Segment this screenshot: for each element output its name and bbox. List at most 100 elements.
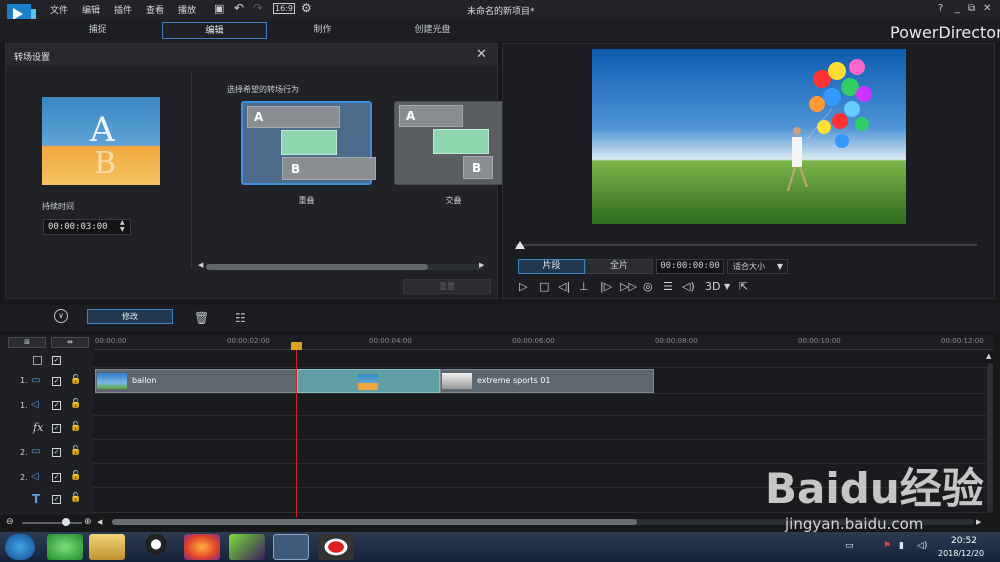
- lock-icon[interactable]: 🔓: [70, 493, 81, 503]
- track-enable-checkbox[interactable]: ✓: [52, 401, 61, 410]
- track-enable-checkbox[interactable]: ✓: [52, 356, 61, 365]
- track-enable-checkbox[interactable]: ✓: [52, 377, 61, 386]
- split-icon[interactable]: ⊥: [579, 280, 589, 293]
- video-clip[interactable]: extreme sports 01: [440, 369, 654, 393]
- zoom-out-icon[interactable]: ⊖: [6, 517, 14, 527]
- scrollbar-thumb[interactable]: [112, 519, 637, 525]
- prev-frame-icon[interactable]: ◁|: [558, 280, 570, 293]
- volume-tray-icon[interactable]: ◁): [917, 541, 927, 551]
- timeline-vertical-scrollbar[interactable]: [987, 363, 993, 513]
- restore-icon[interactable]: ⧉: [968, 3, 975, 14]
- clock-date[interactable]: 2018/12/20: [938, 549, 984, 558]
- flag-icon[interactable]: ⚑: [883, 541, 891, 551]
- scroll-left-icon[interactable]: ◀: [198, 261, 203, 269]
- timecode-display[interactable]: 00:00:00:00: [656, 259, 724, 274]
- scroll-left-icon[interactable]: ◀: [97, 518, 102, 526]
- stop-icon[interactable]: □: [539, 280, 549, 293]
- subtitle-icon[interactable]: ☰: [663, 280, 673, 293]
- lock-icon[interactable]: 🔓: [70, 471, 81, 481]
- playhead-marker[interactable]: [291, 342, 302, 350]
- transition-clip[interactable]: [297, 369, 440, 393]
- recorder-icon[interactable]: [318, 534, 354, 560]
- track-enable-checkbox[interactable]: ✓: [52, 448, 61, 457]
- chevron-down-icon[interactable]: ▼: [724, 282, 730, 291]
- tab-edit[interactable]: 编辑: [162, 22, 267, 39]
- scroll-right-icon[interactable]: ▶: [479, 261, 484, 269]
- network-icon[interactable]: ▮: [899, 541, 904, 551]
- trash-icon[interactable]: 🗑: [194, 311, 209, 325]
- scrollbar-thumb[interactable]: [206, 264, 428, 270]
- close-icon[interactable]: ✕: [983, 3, 991, 14]
- video-clip[interactable]: ballon: [95, 369, 297, 393]
- duration-stepper-icon[interactable]: ▲ ▼: [120, 219, 125, 233]
- gear-icon[interactable]: ⚙: [301, 1, 312, 15]
- menu-edit[interactable]: 编辑: [82, 3, 100, 16]
- playhead-line[interactable]: [296, 342, 297, 517]
- transition-option-overlap[interactable]: A B: [241, 101, 376, 185]
- track-row-fx[interactable]: [93, 416, 986, 440]
- 3d-toggle[interactable]: 3D: [705, 280, 720, 293]
- menu-plugins[interactable]: 插件: [114, 3, 132, 16]
- fit-timeline-icon[interactable]: ⇹: [51, 337, 89, 348]
- app-360-icon[interactable]: [47, 534, 83, 560]
- keyboard-icon[interactable]: ▭: [845, 541, 854, 551]
- track-enable-checkbox[interactable]: ✓: [52, 473, 61, 482]
- qq-icon[interactable]: [138, 534, 174, 560]
- close-icon[interactable]: ✕: [476, 47, 487, 62]
- track-enable-checkbox[interactable]: ✓: [52, 424, 61, 433]
- lock-icon[interactable]: 🔓: [70, 399, 81, 409]
- expand-icon[interactable]: ∨: [54, 309, 68, 323]
- lock-icon[interactable]: 🔓: [70, 375, 81, 385]
- scroll-up-icon[interactable]: ▲: [986, 352, 991, 360]
- start-button[interactable]: [5, 534, 35, 560]
- video-app-icon[interactable]: [229, 534, 265, 560]
- list-icon[interactable]: ☷: [235, 311, 246, 325]
- options-scrollbar[interactable]: [206, 264, 484, 270]
- aspect-ratio-icon[interactable]: 16:9: [273, 3, 295, 14]
- redo-icon[interactable]: ↷: [253, 1, 263, 15]
- tab-produce[interactable]: 制作: [275, 22, 370, 39]
- firefox-icon[interactable]: [184, 534, 220, 560]
- powerdirector-task-icon[interactable]: [273, 534, 309, 560]
- minimize-icon[interactable]: _: [955, 3, 960, 14]
- ruler-tick: 00:00:02:00: [227, 337, 270, 345]
- master-track-icon[interactable]: [33, 356, 42, 365]
- clip-mode-button[interactable]: 片段: [518, 259, 585, 274]
- video-track-icon: ▭: [31, 446, 41, 457]
- menu-play[interactable]: 播放: [178, 3, 196, 16]
- track-row-audio-1[interactable]: [93, 394, 986, 416]
- volume-icon[interactable]: ◁): [682, 280, 695, 293]
- modify-button[interactable]: 修改: [87, 309, 173, 324]
- track-manager-icon[interactable]: ⊞: [8, 337, 46, 348]
- zoom-in-icon[interactable]: ⊕: [84, 517, 92, 527]
- undock-icon[interactable]: ⇱: [739, 280, 748, 293]
- lock-icon[interactable]: 🔓: [70, 446, 81, 456]
- track-enable-checkbox[interactable]: ✓: [52, 495, 61, 504]
- file-explorer-icon[interactable]: [89, 534, 125, 560]
- fast-forward-icon[interactable]: ▷▷: [620, 280, 637, 293]
- tab-capture[interactable]: 捕捉: [50, 22, 145, 39]
- snapshot-icon[interactable]: ◎: [643, 280, 653, 293]
- zoom-slider[interactable]: [22, 522, 82, 524]
- fit-select[interactable]: 适合大小 ▼: [727, 259, 788, 274]
- track-b-block: B: [282, 157, 376, 180]
- reset-button[interactable]: 重置: [403, 279, 491, 294]
- scroll-right-icon[interactable]: ▶: [976, 518, 981, 526]
- zoom-slider-handle[interactable]: [62, 518, 70, 526]
- movie-mode-button[interactable]: 全片: [585, 259, 653, 274]
- undo-icon[interactable]: ↶: [234, 1, 244, 15]
- menu-file[interactable]: 文件: [50, 3, 68, 16]
- duration-input[interactable]: 00:00:03:00: [43, 219, 131, 235]
- seek-bar[interactable]: [515, 244, 977, 246]
- tab-create-disc[interactable]: 创建光盘: [385, 22, 480, 39]
- save-icon[interactable]: ▣: [214, 2, 224, 15]
- seek-handle[interactable]: [515, 241, 525, 249]
- help-icon[interactable]: ?: [938, 3, 943, 14]
- track-row-master[interactable]: [93, 350, 986, 368]
- play-icon[interactable]: ▷: [519, 280, 527, 293]
- clock-time[interactable]: 20:52: [951, 536, 977, 546]
- menu-view[interactable]: 查看: [146, 3, 164, 16]
- lock-icon[interactable]: 🔓: [70, 422, 81, 432]
- panel-header: [6, 44, 497, 66]
- next-frame-icon[interactable]: |▷: [600, 280, 612, 293]
